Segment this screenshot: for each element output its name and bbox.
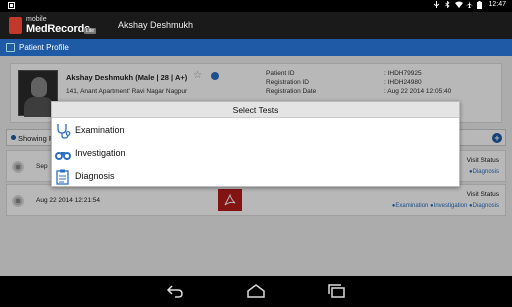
bluetooth-icon [444,0,451,9]
header-user-name: Akshay Deshmukh [118,20,194,30]
notification-icon [8,2,15,11]
tab-bar: Patient Profile [0,39,512,56]
home-icon[interactable] [247,284,265,298]
dialog-item-label: Investigation [75,148,126,158]
clock: 12:47 [488,1,506,8]
battery-icon [477,1,484,9]
usb-icon [433,1,440,8]
wifi-icon [455,1,464,8]
logo-name-text: MedRecords [26,23,91,35]
dialog-item-investigation[interactable]: Investigation [52,142,459,165]
dialog-title: Select Tests [52,102,459,118]
clipboard-icon [54,169,72,185]
dialog-item-diagnosis[interactable]: Diagnosis [52,165,459,188]
system-nav-bar [0,276,512,307]
logo-badge: Lite [84,28,97,34]
back-icon[interactable] [166,284,184,298]
logo-mobile-text: mobile [26,16,47,23]
binoculars-icon [54,146,72,162]
logo-mark [9,17,22,34]
dialog-item-label: Examination [75,125,125,135]
status-bar: 12:47 [0,0,512,12]
tab-patient-profile[interactable]: Patient Profile [19,43,69,52]
profile-tab-icon [6,43,15,52]
stethoscope-icon [54,123,72,139]
select-tests-dialog: Select Tests Examination Investigation D… [51,101,460,187]
recent-apps-icon[interactable] [328,284,346,298]
app-header: mobile MedRecords Lite Akshay Deshmukh [0,12,512,39]
dialog-item-examination[interactable]: Examination [52,119,459,142]
dialog-item-label: Diagnosis [75,171,115,181]
airplane-icon [466,1,474,8]
app-logo: mobile MedRecords Lite [9,16,99,36]
